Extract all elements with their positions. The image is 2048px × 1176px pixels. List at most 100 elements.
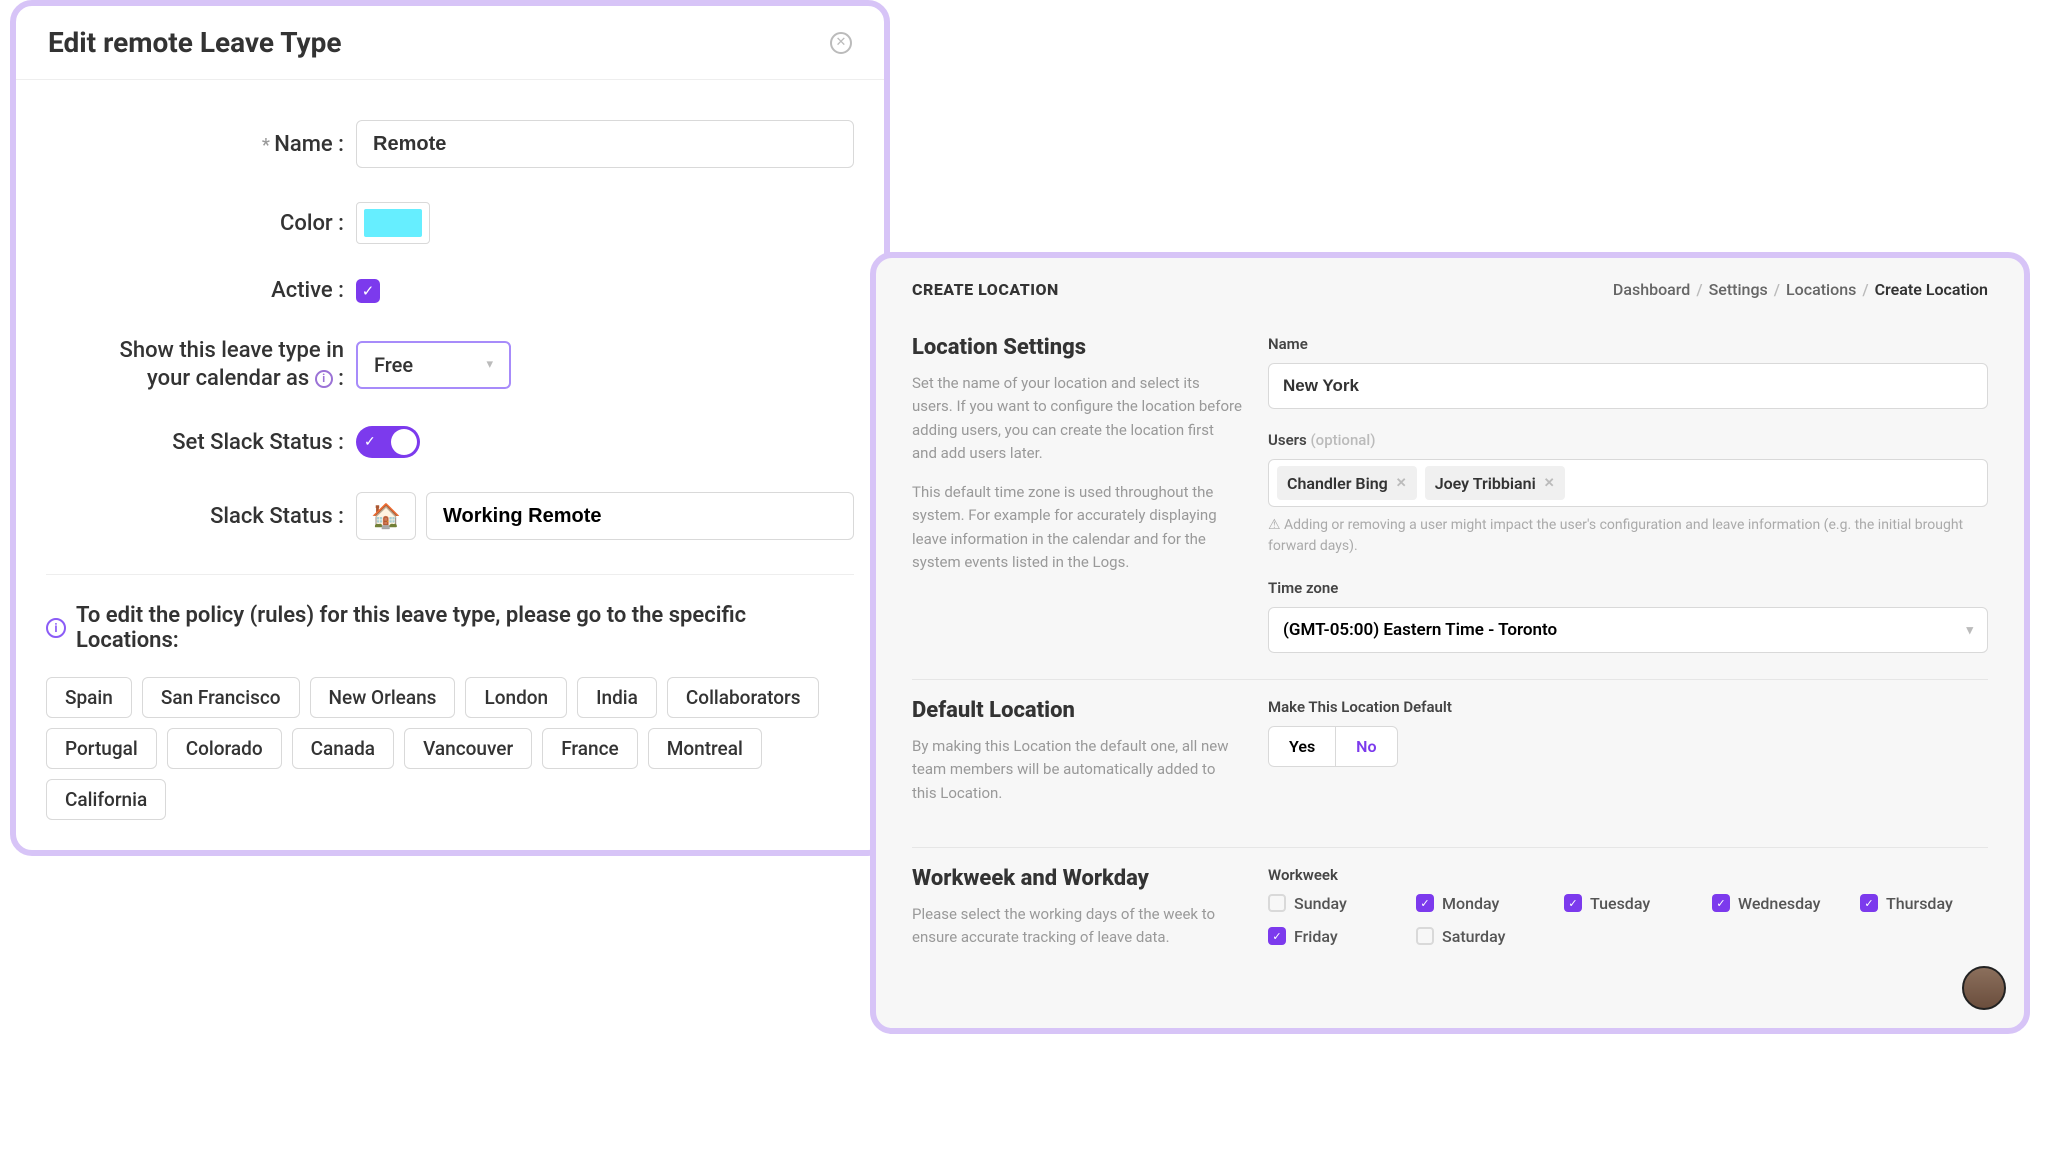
row-slack-status: Slack Status : 🏠 [46, 492, 854, 540]
location-tag[interactable]: India [577, 677, 657, 718]
location-tag[interactable]: California [46, 779, 166, 820]
leave-header: Edit remote Leave Type ✕ [16, 6, 884, 80]
name-input[interactable] [356, 120, 854, 168]
section-workweek: Workweek and Workday Please select the w… [912, 848, 1988, 992]
location-name-input[interactable] [1268, 363, 1988, 409]
day-label: Sunday [1294, 894, 1347, 913]
location-tag[interactable]: Canada [292, 728, 394, 769]
chevron-down-icon: ▾ [1966, 623, 1973, 638]
row-color: Color : [46, 202, 854, 244]
day-label: Thursday [1886, 894, 1953, 913]
label-slack-toggle: Set Slack Status : [46, 430, 356, 455]
policy-note-text: To edit the policy (rules) for this leav… [76, 603, 854, 653]
location-tag[interactable]: London [465, 677, 567, 718]
timezone-select[interactable]: (GMT-05:00) Eastern Time - Toronto ▾ [1268, 607, 1988, 653]
day-label: Friday [1294, 927, 1338, 946]
location-tag[interactable]: New Orleans [310, 677, 456, 718]
location-tags: SpainSan FranciscoNew OrleansLondonIndia… [46, 677, 854, 820]
slack-emoji: 🏠 [371, 502, 401, 530]
slack-status-input[interactable] [426, 492, 854, 540]
location-tag[interactable]: Collaborators [667, 677, 820, 718]
breadcrumb-item: Create Location [1875, 280, 1988, 299]
create-location-panel: CREATE LOCATION Dashboard / Settings / Locat… [870, 252, 2030, 1034]
day-checkbox[interactable]: ✓ [1712, 894, 1730, 912]
day-checkbox[interactable] [1416, 927, 1434, 945]
field-label-tz: Time zone [1268, 579, 1988, 597]
default-yes-button[interactable]: Yes [1269, 727, 1335, 766]
field-label-name: Name [1268, 335, 1988, 353]
active-checkbox[interactable]: ✓ [356, 279, 380, 303]
loc-body: Location Settings Set the name of your l… [876, 317, 2024, 991]
label-calendar: Show this leave type in your calendar as… [46, 337, 356, 392]
breadcrumb-item[interactable]: Locations [1786, 280, 1856, 299]
day-checkbox[interactable]: ✓ [1564, 894, 1582, 912]
color-picker[interactable] [356, 202, 430, 244]
close-icon[interactable]: ✕ [830, 32, 852, 54]
day-checkbox[interactable]: ✓ [1860, 894, 1878, 912]
calendar-select[interactable]: Free ▾ [356, 341, 511, 389]
location-tag[interactable]: Portugal [46, 728, 157, 769]
slack-emoji-picker[interactable]: 🏠 [356, 492, 416, 540]
info-icon[interactable]: i [315, 370, 333, 388]
workweek-day[interactable]: Sunday [1268, 894, 1378, 913]
users-select[interactable]: Chandler Bing✕ Joey Tribbiani ✕ [1268, 459, 1988, 507]
row-slack-toggle: Set Slack Status : [46, 426, 854, 458]
timezone-value: (GMT-05:00) Eastern Time - Toronto [1283, 620, 1557, 640]
calendar-select-value: Free [374, 353, 413, 377]
divider [46, 574, 854, 575]
leave-body: * Name : Color : Active : ✓ Show this le… [16, 80, 884, 850]
default-no-button[interactable]: No [1335, 727, 1396, 766]
row-active: Active : ✓ [46, 278, 854, 303]
user-chip[interactable]: Joey Tribbiani ✕ [1425, 466, 1565, 500]
chevron-down-icon: ▾ [486, 357, 493, 372]
section-location-settings: Location Settings Set the name of your l… [912, 317, 1988, 680]
location-tag[interactable]: Montreal [648, 728, 762, 769]
workweek-days: Sunday✓Monday✓Tuesday✓Wednesday✓Thursday… [1268, 894, 1988, 946]
loc-heading: CREATE LOCATION [912, 280, 1059, 299]
users-hint: ⚠ Adding or removing a user might impact… [1268, 515, 1988, 557]
label-active: Active : [46, 278, 356, 303]
breadcrumb-separator: / [1862, 280, 1868, 299]
breadcrumb-item[interactable]: Settings [1709, 280, 1768, 299]
day-label: Monday [1442, 894, 1499, 913]
breadcrumb-separator: / [1774, 280, 1780, 299]
workweek-day[interactable]: ✓Tuesday [1564, 894, 1674, 913]
color-swatch [364, 209, 422, 237]
field-label-users: Users (optional) [1268, 431, 1988, 449]
breadcrumb: Dashboard/Settings/Locations/Create Loca… [1613, 280, 1988, 299]
label-color: Color : [46, 211, 356, 236]
day-checkbox[interactable]: ✓ [1268, 927, 1286, 945]
location-tag[interactable]: France [542, 728, 638, 769]
default-location-title: Default Location [912, 698, 1242, 723]
remove-chip-icon[interactable]: ✕ [1544, 476, 1555, 491]
avatar[interactable] [1962, 966, 2006, 1010]
workweek-day[interactable]: ✓ Friday [1268, 927, 1378, 946]
location-tag[interactable]: Vancouver [404, 728, 532, 769]
remove-chip-icon[interactable]: ✕ [1396, 476, 1407, 491]
location-tag[interactable]: San Francisco [142, 677, 300, 718]
workweek-day[interactable]: ✓ Thursday [1860, 894, 1970, 913]
default-yes-no-group: Yes No [1268, 726, 1398, 767]
user-chip[interactable]: Chandler Bing✕ [1277, 466, 1417, 500]
leave-title: Edit remote Leave Type [48, 26, 341, 59]
field-label-default: Make This Location Default [1268, 698, 1988, 716]
location-tag[interactable]: Colorado [167, 728, 282, 769]
location-tag[interactable]: Spain [46, 677, 132, 718]
location-settings-desc2: This default time zone is used throughou… [912, 481, 1242, 574]
workweek-day[interactable]: ✓ Wednesday [1712, 894, 1822, 913]
day-checkbox[interactable]: ✓ [1416, 894, 1434, 912]
workweek-day[interactable]: ✓ Monday [1416, 894, 1526, 913]
day-checkbox[interactable] [1268, 894, 1286, 912]
day-label: Wednesday [1738, 894, 1821, 913]
slack-status-toggle[interactable] [356, 426, 420, 458]
policy-note: i To edit the policy (rules) for this le… [46, 603, 854, 653]
location-settings-title: Location Settings [912, 335, 1242, 360]
breadcrumb-item[interactable]: Dashboard [1613, 280, 1690, 299]
loc-header: CREATE LOCATION Dashboard / Settings / Locat… [876, 258, 2024, 317]
user-chip-name: Joey Tribbiani [1435, 474, 1536, 493]
default-location-desc: By making this Location the default one,… [912, 735, 1242, 805]
workweek-title: Workweek and Workday [912, 866, 1242, 891]
label-name: * Name : [46, 132, 356, 157]
workweek-day[interactable]: Saturday [1416, 927, 1526, 946]
section-default-location: Default Location By making this Location… [912, 680, 1988, 848]
